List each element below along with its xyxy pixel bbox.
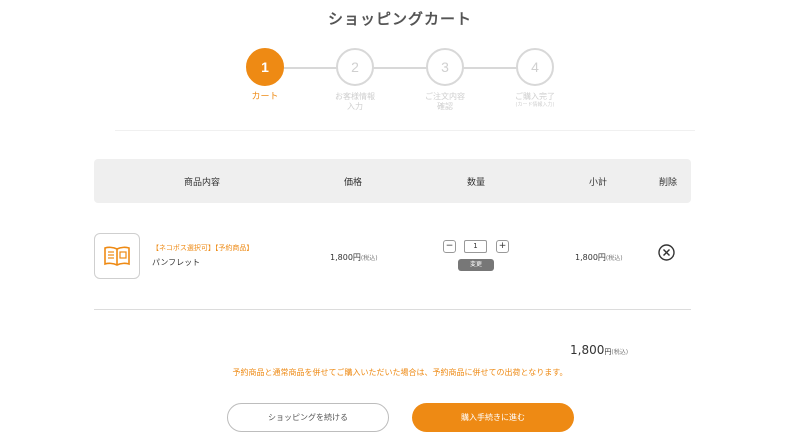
step-2-circle: 2: [336, 48, 374, 86]
cart-row: 【ネコポス選択可】【予約商品】 パンフレット 1,800円(税込) − 1 + …: [94, 225, 691, 285]
delete-item-button[interactable]: [658, 244, 675, 261]
subtotal-tax: (税込): [605, 255, 623, 262]
step-2-label: お客様情報入力: [335, 92, 375, 111]
continue-shopping-button[interactable]: ショッピングを続ける: [227, 403, 389, 432]
total-tax: (税込): [611, 349, 629, 356]
step-3: 3 ご注文内容確認: [400, 48, 490, 112]
product-name[interactable]: パンフレット: [152, 257, 200, 268]
header-delete: 削除: [659, 178, 678, 188]
header-item: 商品内容: [184, 178, 221, 188]
price-unit: 円: [352, 253, 361, 262]
step-3-label: ご注文内容確認: [425, 92, 465, 111]
price-amount: 1,800: [330, 253, 353, 262]
close-circle-icon: [658, 244, 675, 261]
product-price: 1,800円(税込): [330, 252, 378, 263]
product-subtotal: 1,800円(税込): [575, 252, 623, 263]
product-tag: 【ネコポス選択可】【予約商品】: [152, 244, 254, 252]
step-4-sublabel: (カード情報入力): [515, 102, 555, 108]
step-1: 1 カート: [220, 48, 310, 102]
header-quantity: 数量: [467, 178, 486, 188]
change-quantity-button[interactable]: 変更: [458, 259, 494, 271]
step-1-label: カート: [251, 92, 279, 102]
divider: [115, 130, 695, 131]
cart-total: 1,800円(税込): [570, 343, 628, 357]
step-3-circle: 3: [426, 48, 464, 86]
product-thumbnail[interactable]: [94, 233, 140, 279]
quantity-input[interactable]: 1: [464, 240, 487, 253]
divider: [94, 309, 691, 310]
header-subtotal: 小計: [589, 178, 608, 188]
preorder-notice: 予約商品と通常商品を併せてご購入いただいた場合は、予約商品に併せての出荷となりま…: [232, 368, 568, 377]
step-4-circle: 4: [516, 48, 554, 86]
step-2: 2 お客様情報入力: [310, 48, 400, 112]
checkout-button[interactable]: 購入手続きに進む: [412, 403, 574, 432]
book-icon: [104, 246, 130, 266]
step-1-circle: 1: [246, 48, 284, 86]
header-price: 価格: [344, 178, 363, 188]
subtotal-unit: 円: [597, 253, 606, 262]
step-4: 4 ご購入完了 (カード情報入力): [490, 48, 580, 109]
cart-table-header: 商品内容 価格 数量 小計 削除: [94, 159, 691, 203]
subtotal-amount: 1,800: [575, 253, 598, 262]
page-title: ショッピングカート: [327, 10, 472, 28]
checkout-stepper: 1 カート 2 お客様情報入力 3 ご注文内容確認 4 ご購入完了 (カード情報…: [220, 48, 580, 118]
quantity-stepper: − 1 +: [443, 240, 509, 254]
increase-button[interactable]: +: [496, 240, 509, 253]
total-amount: 1,800: [570, 343, 605, 357]
price-tax: (税込): [360, 255, 378, 262]
step-4-label: ご購入完了: [515, 92, 555, 101]
decrease-button[interactable]: −: [443, 240, 456, 253]
